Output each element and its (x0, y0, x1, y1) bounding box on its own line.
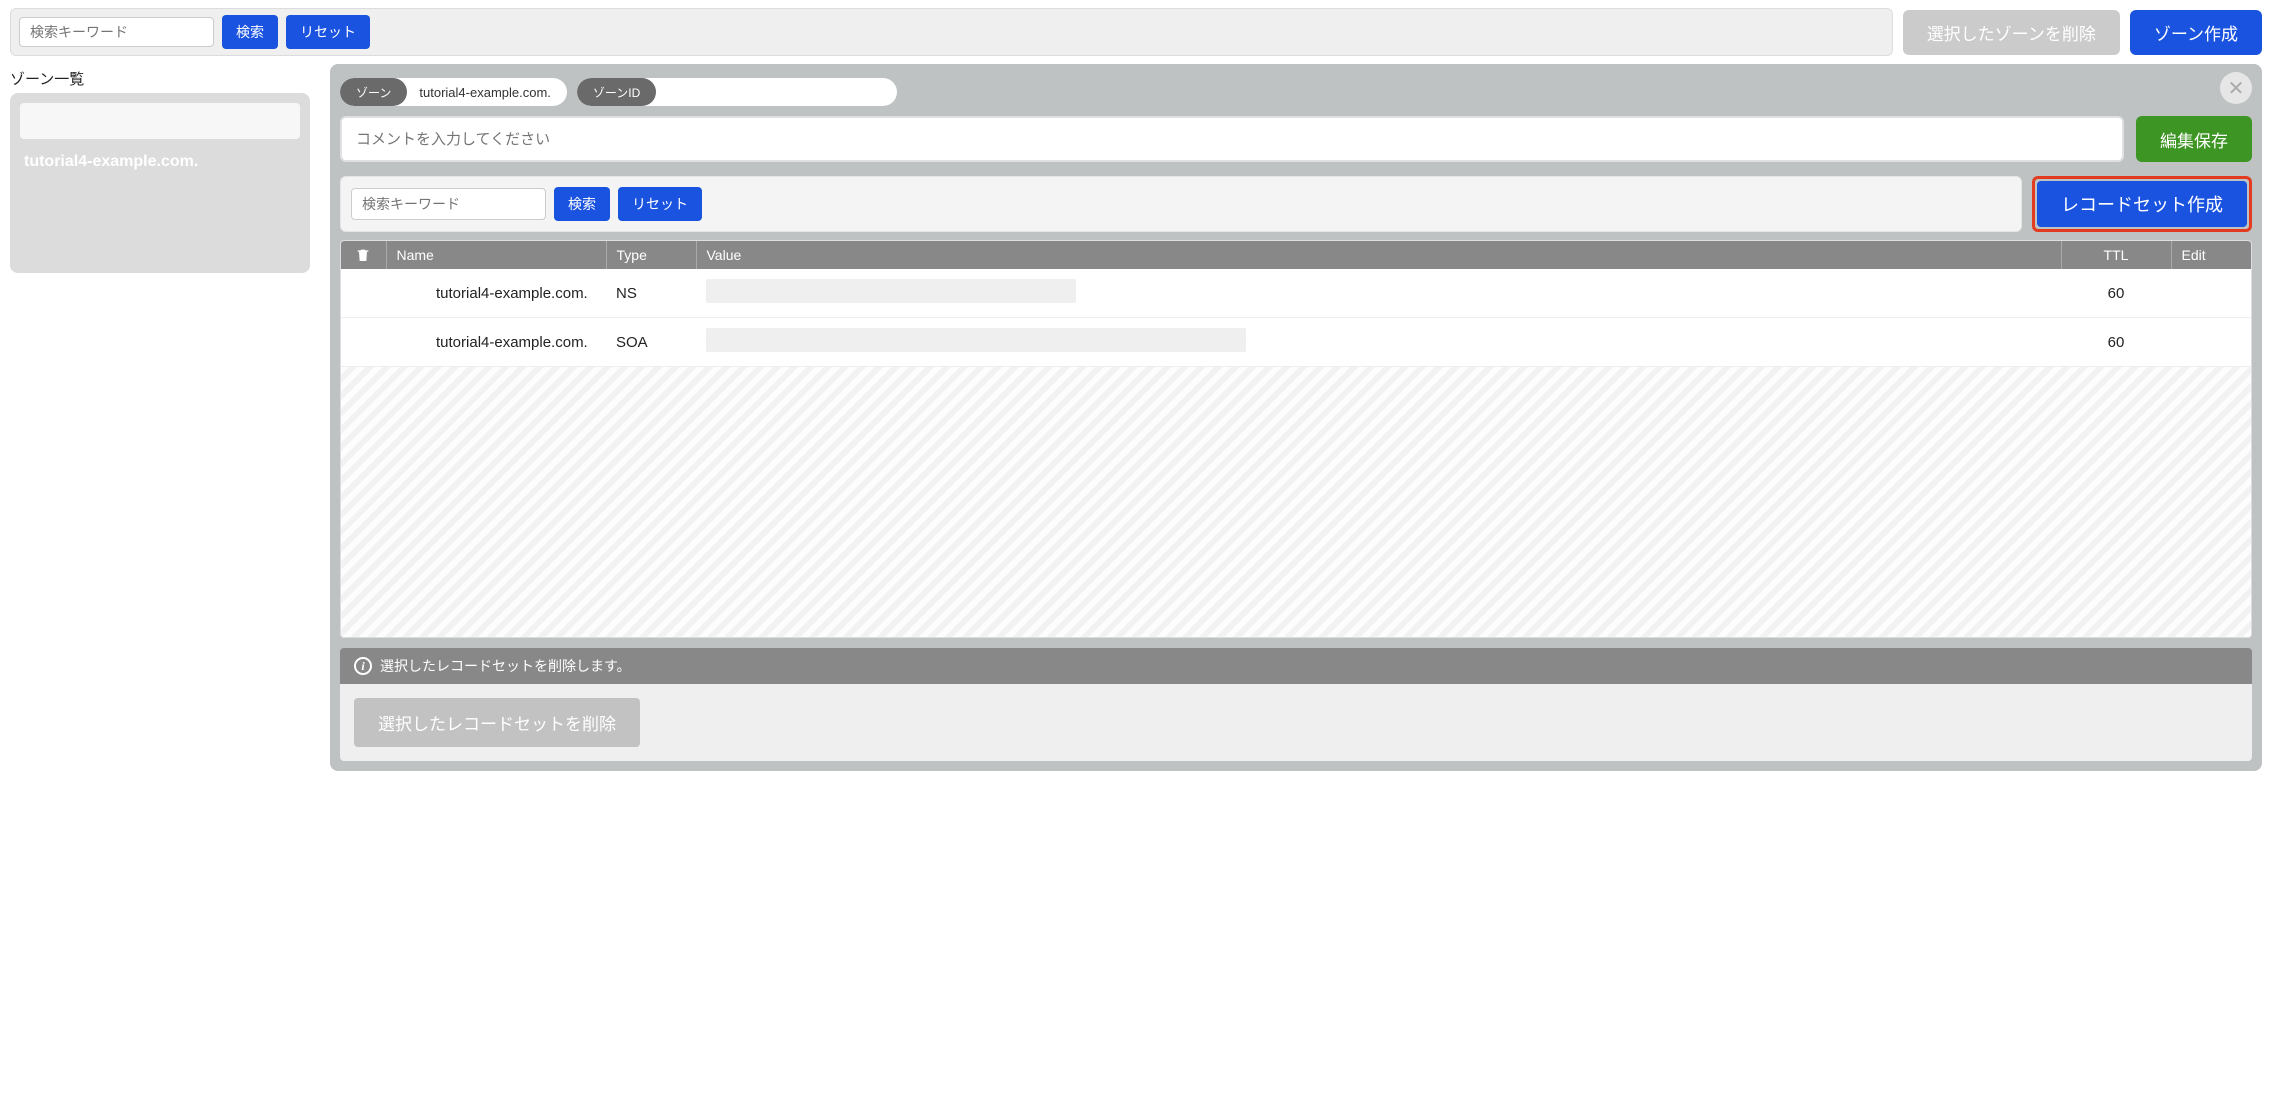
top-toolbar: 検索 リセット 選択したゾーンを削除 ゾーン作成 (0, 0, 2272, 64)
comment-row: 編集保存 (340, 116, 2252, 162)
redacted-value (706, 328, 1246, 352)
record-table-container: Name Type Value TTL Edit tutorial4-examp… (340, 240, 2252, 638)
record-table: Name Type Value TTL Edit tutorial4-examp… (341, 241, 2251, 367)
delete-selected-records-button[interactable]: 選択したレコードセットを削除 (354, 698, 640, 747)
zone-chip-label: ゾーン (340, 78, 407, 106)
save-edit-button[interactable]: 編集保存 (2136, 116, 2252, 162)
cell-value (696, 269, 2061, 318)
create-recordset-button[interactable]: レコードセット作成 (2037, 181, 2247, 227)
row-select-cell[interactable] (341, 269, 386, 318)
record-search-group: 検索 リセット (340, 176, 2022, 232)
cell-edit[interactable] (2171, 318, 2251, 367)
record-toolbar: 検索 リセット レコードセット作成 (340, 176, 2252, 232)
col-header-name: Name (386, 241, 606, 269)
zone-detail-panel: ✕ ゾーン tutorial4-example.com. ゾーンID 編集保存 … (330, 64, 2262, 771)
cell-value (696, 318, 2061, 367)
info-icon: i (354, 657, 372, 675)
record-search-input[interactable] (351, 188, 546, 220)
footer-info-text: 選択したレコードセットを削除します。 (380, 656, 631, 676)
cell-ttl: 60 (2061, 269, 2171, 318)
table-row[interactable]: tutorial4-example.com. SOA 60 (341, 318, 2251, 367)
comment-input[interactable] (340, 116, 2124, 162)
redacted-value (706, 279, 1076, 303)
zone-search-group: 検索 リセット (10, 8, 1893, 56)
cell-name: tutorial4-example.com. (386, 318, 606, 367)
record-search-button[interactable]: 検索 (554, 187, 610, 221)
zone-list: tutorial4-example.com. (10, 93, 310, 273)
zone-name-chip: ゾーン tutorial4-example.com. (340, 78, 567, 106)
zone-search-button[interactable]: 検索 (222, 15, 278, 49)
zone-list-item-blank (20, 103, 300, 139)
col-header-type: Type (606, 241, 696, 269)
col-header-delete (341, 241, 386, 269)
table-row[interactable]: tutorial4-example.com. NS 60 (341, 269, 2251, 318)
close-icon[interactable]: ✕ (2220, 72, 2252, 104)
create-recordset-highlight: レコードセット作成 (2032, 176, 2252, 232)
zone-chip-value: tutorial4-example.com. (407, 85, 551, 100)
col-header-ttl: TTL (2061, 241, 2171, 269)
records-empty-area (341, 367, 2251, 637)
zone-reset-button[interactable]: リセット (286, 15, 370, 49)
sidebar: ゾーン一覧 tutorial4-example.com. (10, 64, 310, 273)
cell-ttl: 60 (2061, 318, 2171, 367)
delete-selected-zone-button[interactable]: 選択したゾーンを削除 (1903, 10, 2120, 55)
zone-list-title: ゾーン一覧 (10, 64, 310, 93)
zone-list-item[interactable]: tutorial4-example.com. (20, 145, 300, 179)
col-header-edit: Edit (2171, 241, 2251, 269)
trash-icon (351, 247, 376, 263)
footer-body: 選択したレコードセットを削除 (340, 684, 2252, 761)
footer-info-bar: i 選択したレコードセットを削除します。 (340, 648, 2252, 684)
cell-edit[interactable] (2171, 269, 2251, 318)
col-header-value: Value (696, 241, 2061, 269)
zone-search-input[interactable] (19, 17, 214, 47)
row-select-cell[interactable] (341, 318, 386, 367)
zone-id-chip: ゾーンID (577, 78, 897, 106)
zone-id-chip-label: ゾーンID (577, 78, 656, 106)
cell-name: tutorial4-example.com. (386, 269, 606, 318)
create-zone-button[interactable]: ゾーン作成 (2130, 10, 2262, 55)
record-reset-button[interactable]: リセット (618, 187, 702, 221)
cell-type: SOA (606, 318, 696, 367)
cell-type: NS (606, 269, 696, 318)
zone-header: ゾーン tutorial4-example.com. ゾーンID (340, 74, 2252, 116)
main-layout: ゾーン一覧 tutorial4-example.com. ✕ ゾーン tutor… (0, 64, 2272, 781)
